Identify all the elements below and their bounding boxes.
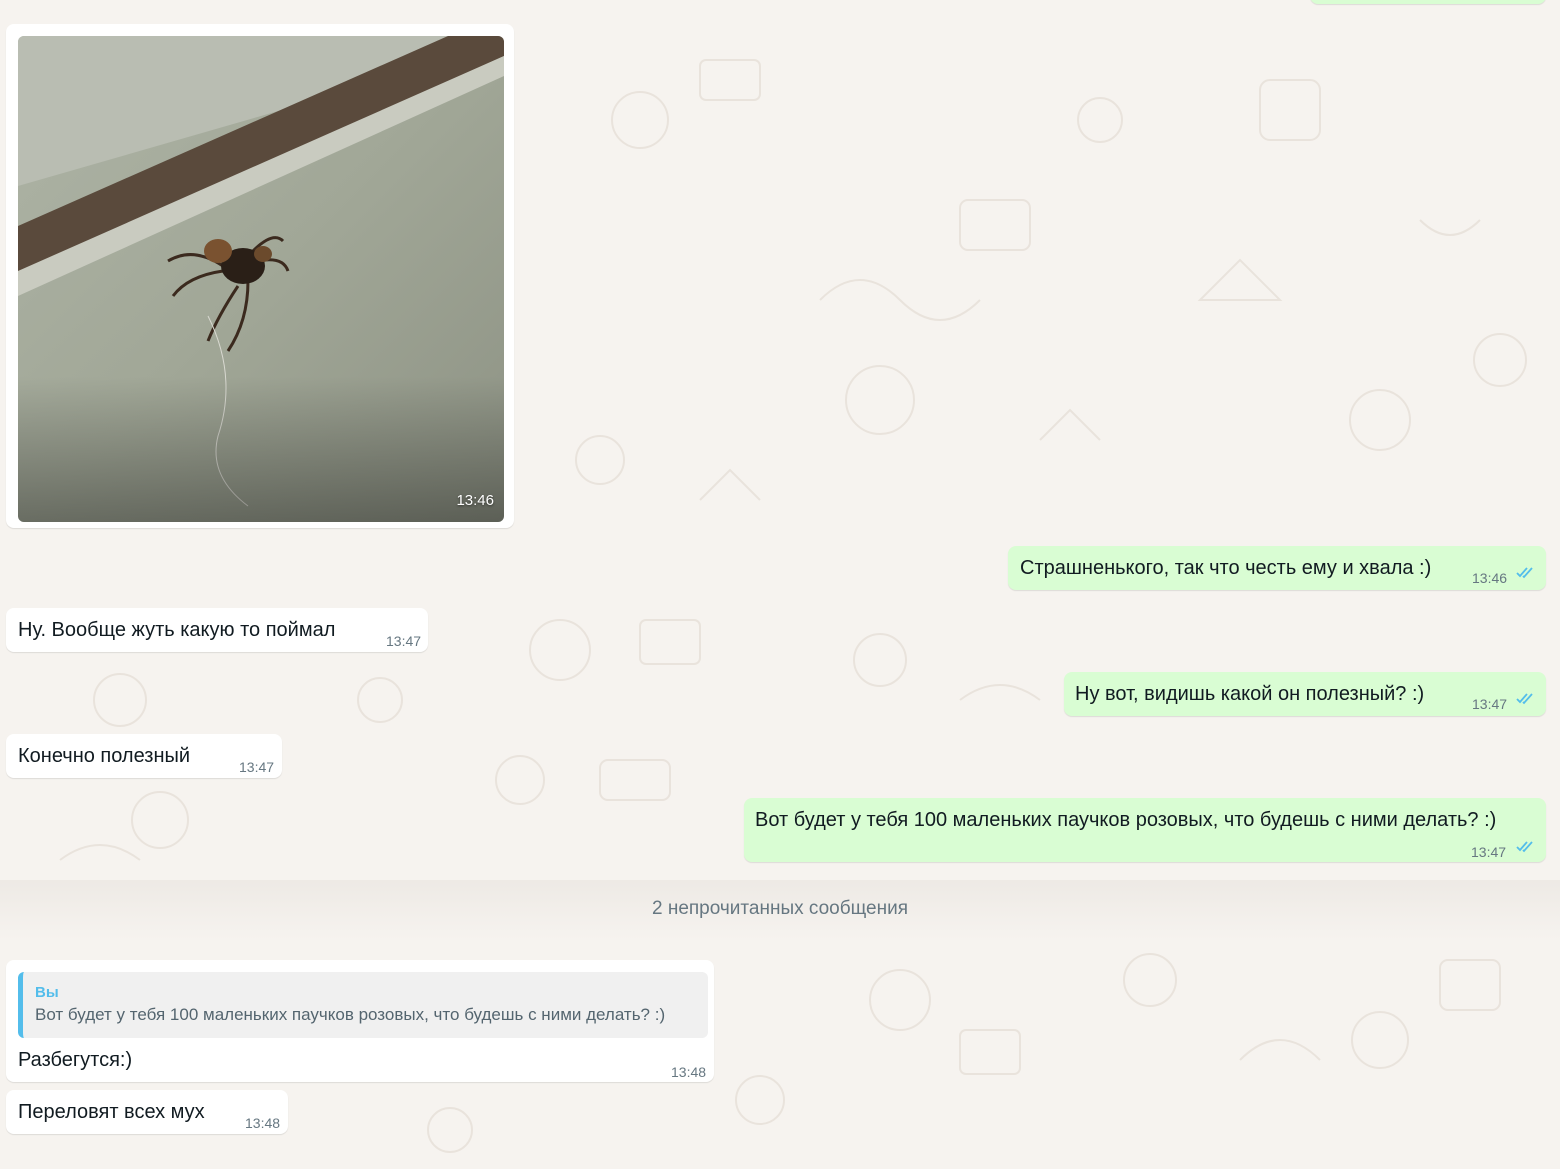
- read-double-check-icon: [1516, 693, 1533, 705]
- message-time: 13:47: [386, 633, 422, 649]
- read-double-check-icon: [1516, 567, 1533, 579]
- message-time: 13:47: [1471, 844, 1507, 860]
- message-text: Переловят всех мух: [18, 1101, 205, 1123]
- incoming-photo-message[interactable]: 13:46: [6, 24, 514, 528]
- message-time: 13:47: [239, 759, 275, 775]
- message-time: 13:46: [456, 492, 494, 509]
- message-text: Конечно полезный: [18, 745, 191, 767]
- spider-photo[interactable]: 13:46: [18, 36, 504, 522]
- message-time: 13:48: [671, 1064, 707, 1080]
- message-text: Ну вот, видишь какой он полезный? :): [1075, 683, 1425, 705]
- outgoing-message[interactable]: Вот будет у тебя 100 маленьких паучков р…: [744, 798, 1546, 862]
- spider-image: [18, 36, 504, 522]
- outgoing-message[interactable]: Ну вот, видишь какой он полезный? :) 13:…: [1064, 672, 1546, 716]
- message-time: 13:46: [1472, 570, 1508, 586]
- incoming-message[interactable]: Ну. Вообще жуть какую то поймал 13:47: [6, 608, 428, 652]
- message-time: 13:47: [1472, 696, 1508, 712]
- incoming-message[interactable]: Переловят всех мух 13:48: [6, 1090, 288, 1134]
- incoming-message[interactable]: Конечно полезный 13:47: [6, 734, 282, 778]
- message-time: 13:48: [245, 1115, 281, 1131]
- message-text: Ну. Вообще жуть какую то поймал: [18, 619, 336, 641]
- outgoing-message-partial[interactable]: [1310, 0, 1546, 4]
- quoted-text: Вот будет у тебя 100 маленьких паучков р…: [35, 1005, 666, 1024]
- message-text: Вот будет у тебя 100 маленьких паучков р…: [755, 809, 1497, 831]
- message-text: Страшненького, так что честь ему и хвала…: [1020, 557, 1432, 579]
- message-text: Разбегутся:): [18, 1049, 133, 1071]
- read-double-check-icon: [1516, 841, 1533, 853]
- quoted-message[interactable]: Вы Вот будет у тебя 100 маленьких паучко…: [18, 972, 708, 1038]
- incoming-reply-message[interactable]: Вы Вот будет у тебя 100 маленьких паучко…: [6, 960, 714, 1082]
- outgoing-message[interactable]: Страшненького, так что честь ему и хвала…: [1008, 546, 1546, 590]
- unread-divider-label: 2 непрочитанных сообщения: [651, 898, 908, 919]
